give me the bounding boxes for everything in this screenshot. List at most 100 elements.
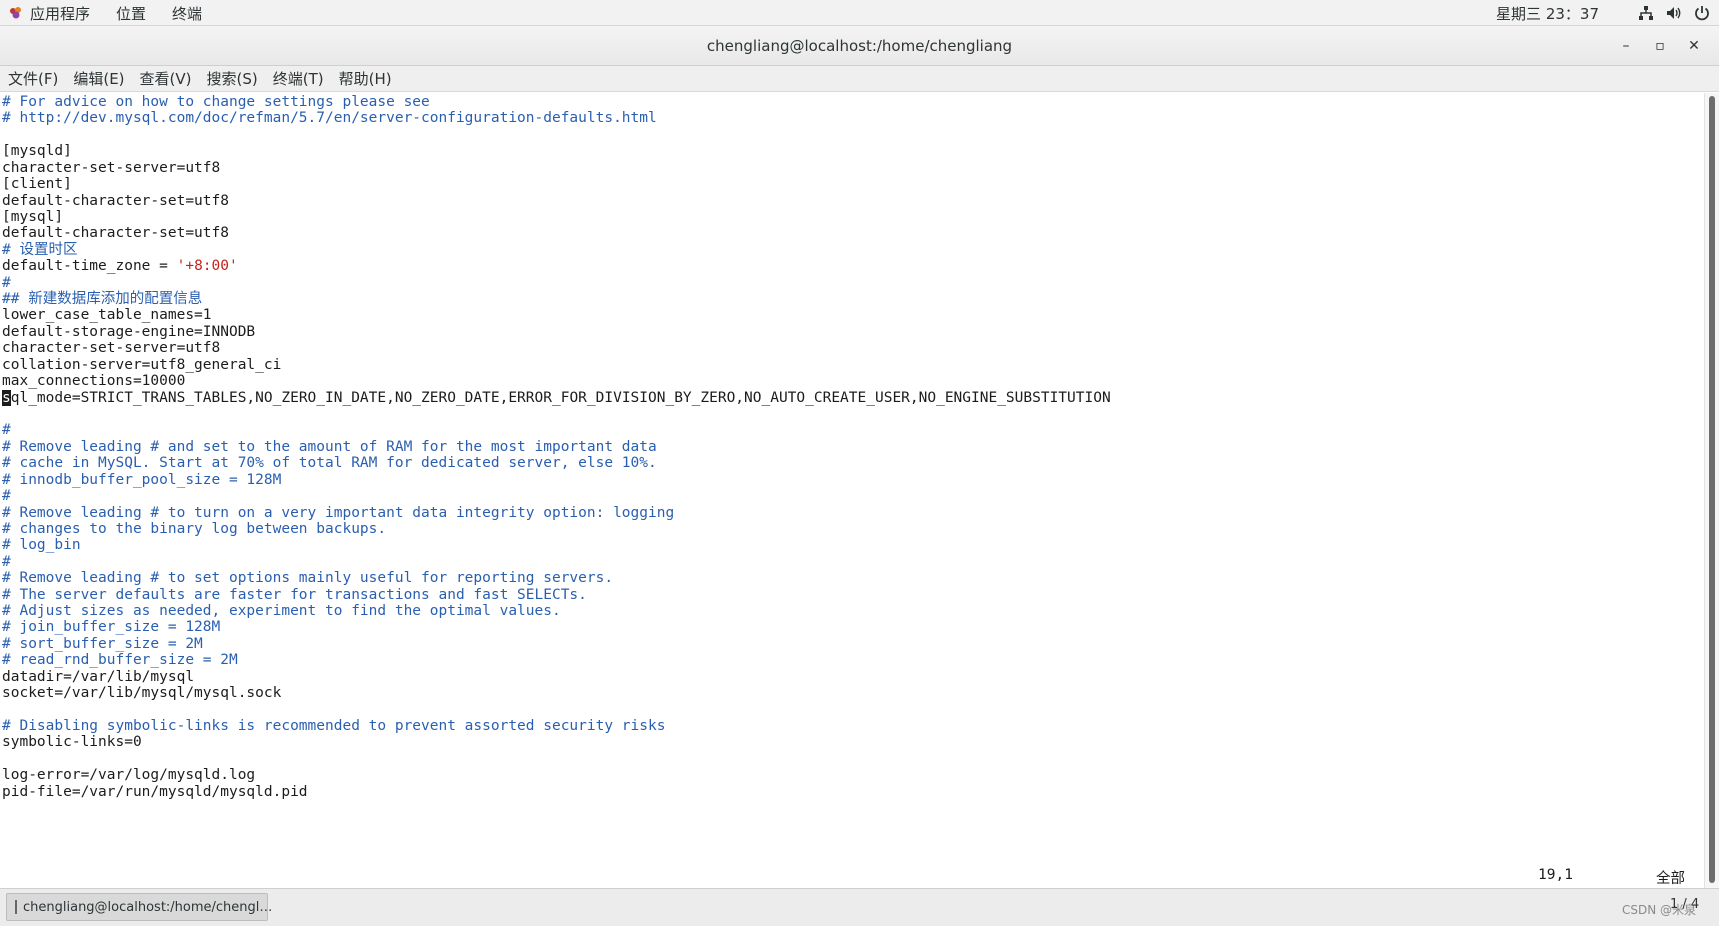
line-text: max_connections=10000 bbox=[2, 373, 186, 390]
terminal-line: # bbox=[2, 421, 11, 439]
line-text: # changes to the binary log between back… bbox=[2, 520, 387, 537]
places-menu[interactable]: 位置 bbox=[116, 3, 146, 24]
terminal-app-menu[interactable]: 终端 bbox=[172, 3, 202, 24]
terminal-line: # changes to the binary log between back… bbox=[2, 520, 386, 538]
terminal-line: # bbox=[2, 553, 11, 571]
terminal-line: # Disabling symbolic-links is recommende… bbox=[2, 717, 665, 735]
terminal-line: pid-file=/var/run/mysqld/mysqld.pid bbox=[2, 783, 308, 801]
string-literal: '+8:00' bbox=[176, 258, 238, 275]
line-text: log-error=/var/log/mysqld.log bbox=[2, 767, 256, 784]
gnome-top-bar: 应用程序 位置 终端 星期三 23：37 bbox=[0, 0, 1719, 26]
menu-terminal[interactable]: 终端(T) bbox=[273, 68, 324, 89]
taskbar-terminal-window[interactable]: chengliang@localhost:/home/chengl… bbox=[6, 893, 272, 921]
terminal-line: lower_case_table_names=1 bbox=[2, 306, 212, 324]
terminal-line: # log_bin bbox=[2, 536, 81, 554]
terminal-line: # Adjust sizes as needed, experiment to … bbox=[2, 602, 561, 620]
line-text: collation-server=utf8_general_ci bbox=[2, 356, 282, 373]
line-text: [client] bbox=[2, 176, 72, 193]
terminal-line: [client] bbox=[2, 175, 72, 193]
volume-icon[interactable] bbox=[1665, 4, 1683, 22]
terminal-menubar: 文件(F) 编辑(E) 查看(V) 搜索(S) 终端(T) 帮助(H) bbox=[0, 66, 1719, 92]
window-titlebar[interactable]: chengliang@localhost:/home/chengliang – … bbox=[0, 26, 1719, 66]
close-button[interactable]: ✕ bbox=[1677, 38, 1711, 54]
line-text: # http://dev.mysql.com/doc/refman/5.7/en… bbox=[2, 110, 657, 127]
window-controls: – ▫ ✕ bbox=[1609, 26, 1711, 66]
line-text: # innodb_buffer_pool_size = 128M bbox=[2, 471, 282, 488]
line-text: # Remove leading # to turn on a very imp… bbox=[2, 504, 675, 521]
line-text: # 设置时区 bbox=[2, 241, 78, 258]
terminal-line: # bbox=[2, 274, 11, 292]
line-text: character-set-server=utf8 bbox=[2, 159, 221, 176]
line-text: default-storage-engine=INNODB bbox=[2, 323, 256, 340]
line-text: [mysql] bbox=[2, 208, 64, 225]
apps-icon bbox=[10, 7, 21, 19]
menu-edit[interactable]: 编辑(E) bbox=[73, 68, 124, 89]
line-text: # The server defaults are faster for tra… bbox=[2, 586, 587, 603]
network-icon[interactable] bbox=[1637, 4, 1655, 22]
terminal-line: character-set-server=utf8 bbox=[2, 159, 220, 177]
line-text: # Remove leading # and set to the amount… bbox=[2, 438, 657, 455]
clock[interactable]: 星期三 23：37 bbox=[1496, 3, 1599, 24]
bottom-taskbar: chengliang@localhost:/home/chengl… CSDN … bbox=[0, 888, 1719, 926]
terminal-line: # Remove leading # to set options mainly… bbox=[2, 569, 613, 587]
line-text: # sort_buffer_size = 2M bbox=[2, 635, 203, 652]
terminal-line: # The server defaults are faster for tra… bbox=[2, 586, 587, 604]
cursor-position: 19,1 bbox=[1538, 867, 1573, 883]
terminal-line: default-character-set=utf8 bbox=[2, 224, 229, 242]
terminal-line: # 设置时区 bbox=[2, 241, 77, 259]
terminal-line: max_connections=10000 bbox=[2, 372, 185, 390]
terminal-content[interactable]: # For advice on how to change settings p… bbox=[0, 93, 1700, 888]
menu-search[interactable]: 搜索(S) bbox=[207, 68, 258, 89]
terminal-line: # For advice on how to change settings p… bbox=[2, 93, 430, 111]
terminal-line: datadir=/var/lib/mysql bbox=[2, 668, 194, 686]
line-text: pid-file=/var/run/mysqld/mysqld.pid bbox=[2, 783, 308, 800]
text-cursor: s bbox=[2, 389, 11, 406]
terminal-line: # http://dev.mysql.com/doc/refman/5.7/en… bbox=[2, 109, 657, 127]
terminal-line: [mysqld] bbox=[2, 142, 72, 160]
applications-menu[interactable]: 应用程序 bbox=[30, 3, 90, 24]
terminal-line: sql_mode=STRICT_TRANS_TABLES,NO_ZERO_IN_… bbox=[2, 389, 1111, 407]
line-text: [mysqld] bbox=[2, 143, 72, 160]
terminal-line: # Remove leading # to turn on a very imp… bbox=[2, 504, 674, 522]
line-text: # read_rnd_buffer_size = 2M bbox=[2, 652, 238, 669]
scroll-indicator: 全部 bbox=[1656, 871, 1685, 887]
window-title: chengliang@localhost:/home/chengliang bbox=[706, 37, 1013, 55]
terminal-scrollbar[interactable] bbox=[1704, 93, 1719, 888]
line-text: # join_buffer_size = 128M bbox=[2, 619, 221, 636]
line-text: socket=/var/lib/mysql/mysql.sock bbox=[2, 685, 282, 702]
scrollbar-thumb[interactable] bbox=[1709, 96, 1715, 883]
terminal-line: collation-server=utf8_general_ci bbox=[2, 356, 281, 374]
terminal-line: # Remove leading # and set to the amount… bbox=[2, 438, 657, 456]
line-text: # log_bin bbox=[2, 537, 81, 554]
maximize-button[interactable]: ▫ bbox=[1643, 38, 1677, 54]
terminal-line: # cache in MySQL. Start at 70% of total … bbox=[2, 454, 657, 472]
terminal-line: default-time_zone = '+8:00' bbox=[2, 257, 238, 275]
menu-view[interactable]: 查看(V) bbox=[140, 68, 192, 89]
menu-help[interactable]: 帮助(H) bbox=[339, 68, 392, 89]
line-text: # For advice on how to change settings p… bbox=[2, 94, 430, 110]
terminal-line: default-storage-engine=INNODB bbox=[2, 323, 255, 341]
power-icon[interactable] bbox=[1693, 4, 1711, 22]
line-text: # bbox=[2, 553, 11, 570]
line-text: datadir=/var/lib/mysql bbox=[2, 668, 195, 685]
line-text: # bbox=[2, 274, 11, 291]
line-text: # bbox=[2, 488, 11, 505]
terminal-line: # read_rnd_buffer_size = 2M bbox=[2, 651, 238, 669]
terminal-icon bbox=[15, 900, 17, 914]
line-text: symbolic-links=0 bbox=[2, 734, 142, 751]
line-text: default-time_zone = bbox=[2, 258, 177, 275]
top-bar-menus: 应用程序 位置 终端 bbox=[8, 0, 228, 26]
terminal-line: # innodb_buffer_pool_size = 128M bbox=[2, 471, 281, 489]
line-text: default-character-set=utf8 bbox=[2, 225, 229, 242]
line-text: # Adjust sizes as needed, experiment to … bbox=[2, 603, 561, 620]
workspace-pager[interactable]: 1 / 4 bbox=[1670, 897, 1699, 912]
terminal-line: ## 新建数据库添加的配置信息 bbox=[2, 290, 202, 308]
terminal-line: # sort_buffer_size = 2M bbox=[2, 635, 203, 653]
top-bar-status: 星期三 23：37 bbox=[1496, 0, 1711, 26]
line-text: # cache in MySQL. Start at 70% of total … bbox=[2, 455, 657, 472]
line-text: lower_case_table_names=1 bbox=[2, 307, 212, 324]
menu-file[interactable]: 文件(F) bbox=[8, 68, 58, 89]
minimize-button[interactable]: – bbox=[1609, 38, 1643, 54]
terminal-line: default-character-set=utf8 bbox=[2, 192, 229, 210]
line-text: ql_mode=STRICT_TRANS_TABLES,NO_ZERO_IN_D… bbox=[10, 389, 1111, 406]
